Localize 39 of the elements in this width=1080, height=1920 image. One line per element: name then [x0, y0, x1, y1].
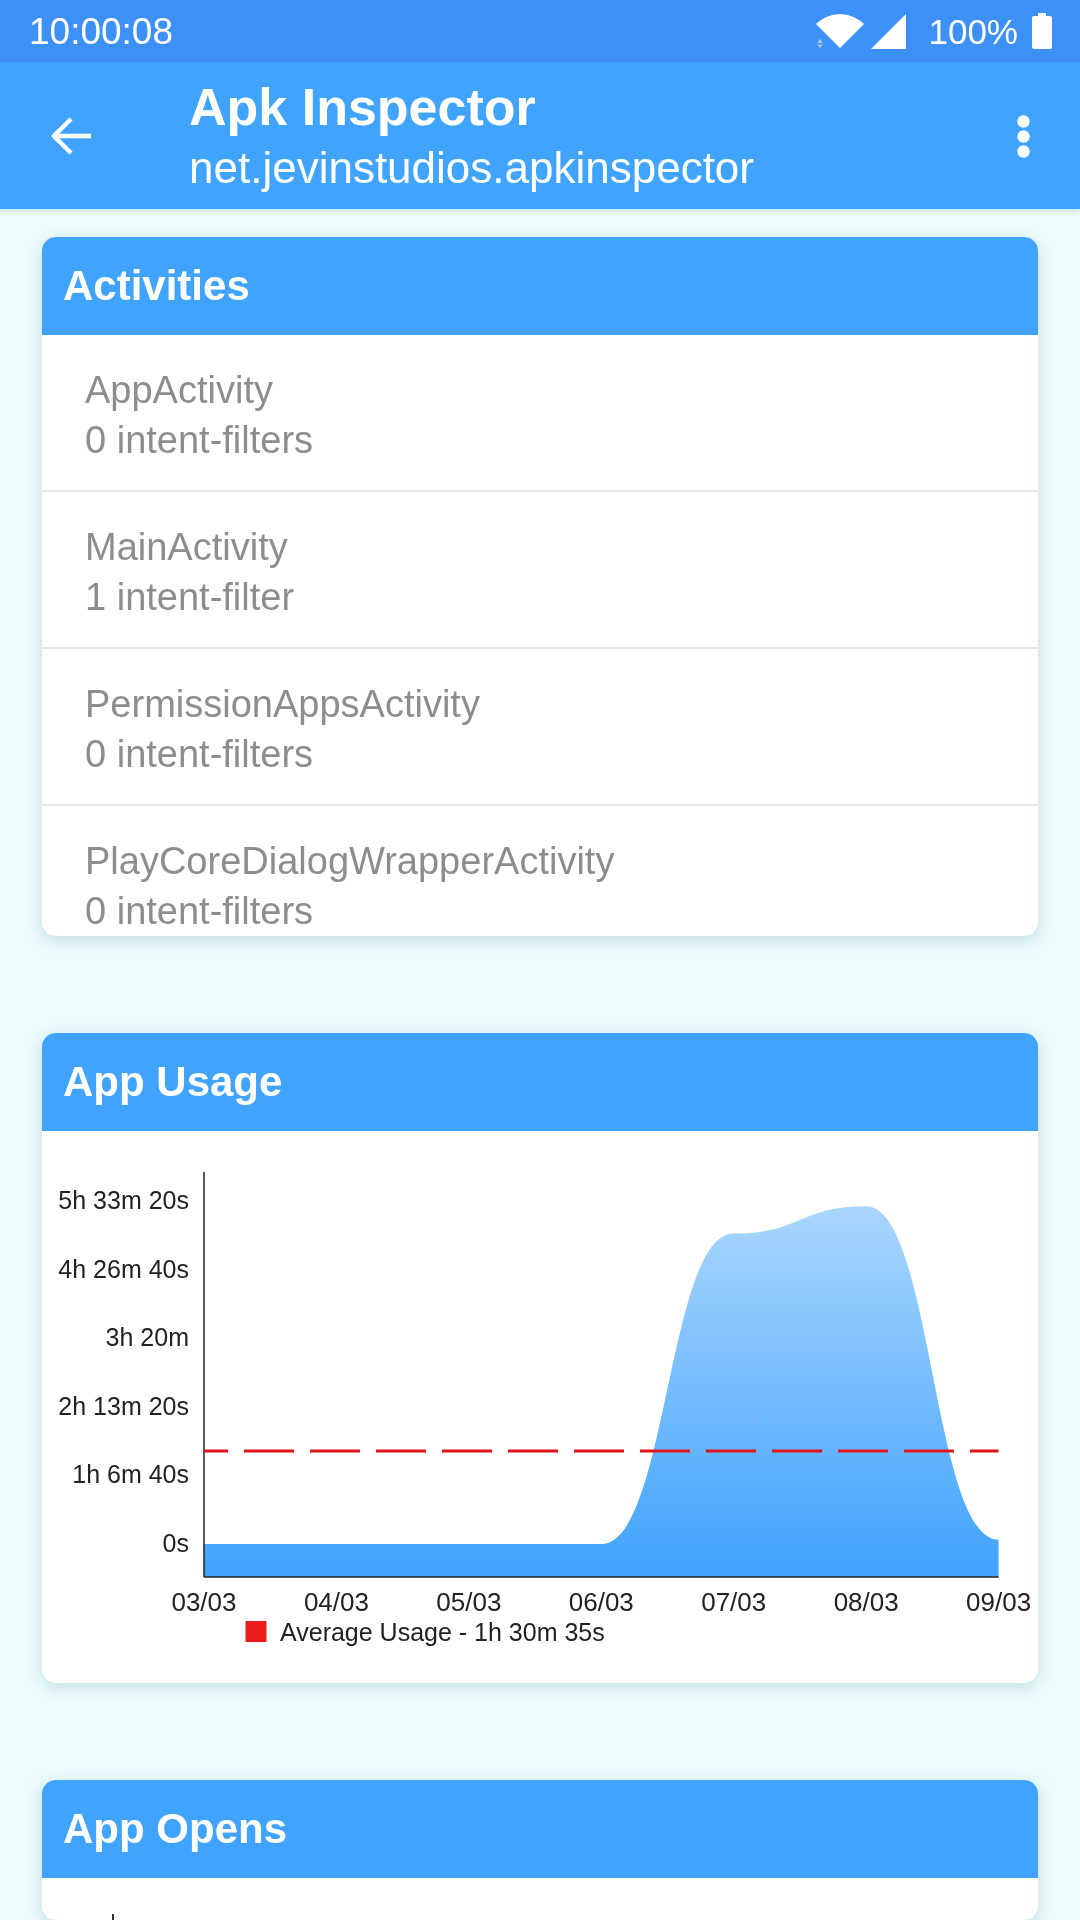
card-title: Activities — [63, 265, 250, 307]
wifi-icon — [816, 14, 865, 48]
intent-filter-count: 0 intent-filters — [85, 418, 314, 463]
x-axis-label: 09/03 — [966, 1587, 1032, 1617]
legend-swatch-icon — [245, 1621, 267, 1642]
y-axis-label: 3h 20m — [105, 1323, 189, 1352]
app-title: Apk Inspector — [189, 77, 537, 137]
x-axis-label: 06/03 — [568, 1587, 634, 1617]
back-arrow-icon — [50, 116, 92, 156]
signal-icon — [871, 13, 907, 49]
y-axis-label: 4h 26m 40s — [58, 1254, 189, 1283]
activity-name: PermissionAppsActivity — [85, 682, 480, 727]
activity-list-item[interactable]: MainActivity 1 intent-filter — [42, 492, 1038, 649]
package-name: net.jevinstudios.apkinspector — [189, 142, 754, 194]
intent-filter-count: 0 intent-filters — [85, 889, 314, 934]
intent-filter-count: 0 intent-filters — [85, 732, 314, 777]
activity-list-item[interactable]: PermissionAppsActivity 0 intent-filters — [42, 649, 1038, 806]
battery-icon — [1032, 13, 1052, 49]
y-axis-label: 5h 33m 20s — [58, 1186, 189, 1214]
activity-name: MainActivity — [85, 525, 288, 570]
y-axis-label: 0s — [162, 1529, 189, 1557]
card-title: App Usage — [63, 1061, 283, 1103]
x-axis-label: 08/03 — [833, 1587, 899, 1617]
x-axis-label: 04/03 — [303, 1587, 369, 1617]
activity-name: PlayCoreDialogWrapperActivity — [85, 839, 615, 884]
activity-name: AppActivity — [85, 368, 273, 413]
activity-list-item[interactable]: AppActivity 0 intent-filters — [42, 335, 1038, 492]
x-axis-label: 03/03 — [171, 1587, 237, 1617]
legend-label: Average Usage - 1h 30m 35s — [280, 1618, 605, 1646]
x-axis-label: 05/03 — [436, 1587, 502, 1617]
y-axis-label: 2h 13m 20s — [58, 1391, 189, 1420]
card-title: App Opens — [63, 1808, 287, 1850]
y-axis-label: 1h 6m 40s — [72, 1460, 189, 1489]
activity-list-item[interactable]: PlayCoreDialogWrapperActivity 0 intent-filters — [42, 806, 1038, 936]
more-options-icon — [1016, 114, 1030, 158]
battery-percentage: 100% — [928, 13, 1018, 49]
x-axis-label: 07/03 — [701, 1587, 767, 1617]
status-time: 10:00:08 — [29, 12, 174, 50]
intent-filter-count: 1 intent-filter — [85, 575, 295, 620]
